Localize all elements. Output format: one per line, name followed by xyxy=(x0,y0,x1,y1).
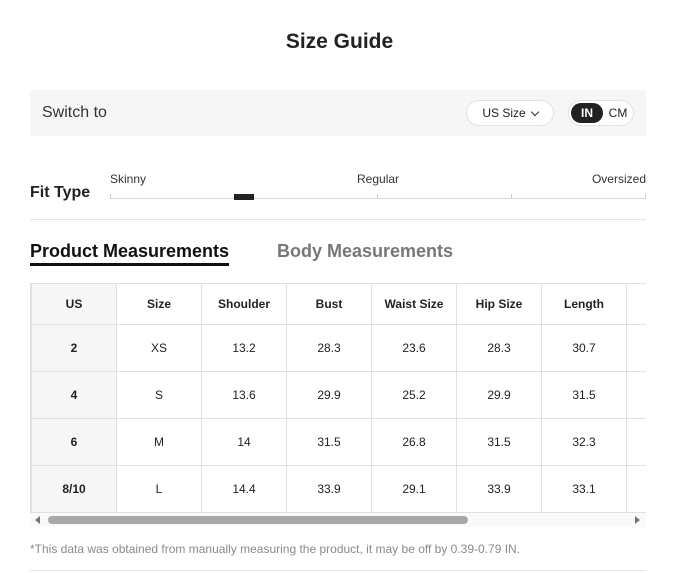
table-cell: 2 xyxy=(31,324,117,372)
unit-in-button[interactable]: IN xyxy=(571,103,603,123)
table-row: 4 S 13.6 29.9 25.2 29.9 31.5 xyxy=(31,371,646,419)
table-header-row: US Size Shoulder Bust Waist Size Hip Siz… xyxy=(31,283,646,325)
table-header-cell xyxy=(626,283,646,325)
table-row: 8/10 L 14.4 33.9 29.1 33.9 33.1 xyxy=(31,465,646,513)
table-header-cell: Bust xyxy=(286,283,372,325)
page-title: Size Guide xyxy=(285,30,394,53)
table-cell: S xyxy=(116,371,202,419)
table-header-cell: Hip Size xyxy=(456,283,542,325)
table-cell: M xyxy=(116,418,202,466)
table-cell: 29.9 xyxy=(286,371,372,419)
table-cell: 31.5 xyxy=(456,418,542,466)
unit-toggle: IN CM xyxy=(568,100,634,126)
table-cell: L xyxy=(116,465,202,513)
scrollbar-thumb[interactable] xyxy=(48,516,468,524)
fit-label-regular: Regular xyxy=(357,172,400,186)
table-cell: 29.1 xyxy=(371,465,457,513)
fit-label-skinny: Skinny xyxy=(110,172,147,186)
fit-scale-tick xyxy=(645,194,646,199)
table-cell: 28.3 xyxy=(286,324,372,372)
divider xyxy=(30,570,646,571)
table-header-cell: Waist Size xyxy=(371,283,457,325)
table-cell: 30.7 xyxy=(541,324,627,372)
tab-body-measurements[interactable]: Body Measurements xyxy=(277,241,453,262)
fit-scale-line xyxy=(110,198,646,199)
table-cell xyxy=(626,324,646,372)
table-header-cell: Length xyxy=(541,283,627,325)
table-cell: 31.5 xyxy=(541,371,627,419)
table-cell xyxy=(626,418,646,466)
measurement-note: *This data was obtained from manually me… xyxy=(30,542,521,556)
table-cell: 29.9 xyxy=(456,371,542,419)
unit-cm-button[interactable]: CM xyxy=(603,103,633,123)
table-cell: 8/10 xyxy=(31,465,117,513)
size-system-select[interactable]: US Size xyxy=(466,100,554,126)
table-row: 6 M 14 31.5 26.8 31.5 32.3 xyxy=(31,418,646,466)
fit-scale-tick xyxy=(377,194,378,199)
table-cell: 4 xyxy=(31,371,117,419)
table-cell xyxy=(626,465,646,513)
fit-scale-tick xyxy=(511,194,512,199)
fit-type-label: Fit Type xyxy=(30,184,91,201)
table-cell: 13.2 xyxy=(201,324,287,372)
scroll-right-arrow-icon[interactable] xyxy=(635,516,640,524)
horizontal-scrollbar[interactable] xyxy=(30,513,646,527)
table-cell: 31.5 xyxy=(286,418,372,466)
table-header-cell: US xyxy=(31,283,117,325)
active-tab-underline xyxy=(30,263,229,266)
table-cell: 32.3 xyxy=(541,418,627,466)
divider xyxy=(30,219,646,220)
table-header-cell: Size xyxy=(116,283,202,325)
table-cell: 23.6 xyxy=(371,324,457,372)
switch-to-label: Switch to xyxy=(42,104,107,121)
fit-type-marker xyxy=(234,194,254,200)
table-cell: 14.4 xyxy=(201,465,287,513)
chevron-down-icon xyxy=(530,107,539,116)
size-table-container: US Size Shoulder Bust Waist Size Hip Siz… xyxy=(30,283,646,513)
table-cell: XS xyxy=(116,324,202,372)
fit-type-scale: Skinny Regular Oversized xyxy=(110,172,646,202)
table-cell: 25.2 xyxy=(371,371,457,419)
size-table: US Size Shoulder Bust Waist Size Hip Siz… xyxy=(31,283,646,513)
table-cell: 33.1 xyxy=(541,465,627,513)
table-cell xyxy=(626,371,646,419)
table-cell: 26.8 xyxy=(371,418,457,466)
scroll-left-arrow-icon[interactable] xyxy=(35,516,40,524)
table-cell: 13.6 xyxy=(201,371,287,419)
table-cell: 28.3 xyxy=(456,324,542,372)
fit-label-oversized: Oversized xyxy=(591,172,646,186)
tab-product-measurements[interactable]: Product Measurements xyxy=(30,241,229,262)
table-cell: 33.9 xyxy=(456,465,542,513)
table-cell: 33.9 xyxy=(286,465,372,513)
table-cell: 6 xyxy=(31,418,117,466)
table-row: 2 XS 13.2 28.3 23.6 28.3 30.7 xyxy=(31,324,646,372)
fit-scale-tick xyxy=(110,194,111,199)
size-system-value: US Size xyxy=(482,106,526,120)
table-header-cell: Shoulder xyxy=(201,283,287,325)
table-cell: 14 xyxy=(201,418,287,466)
switch-bar: Switch to US Size IN CM xyxy=(30,90,646,136)
